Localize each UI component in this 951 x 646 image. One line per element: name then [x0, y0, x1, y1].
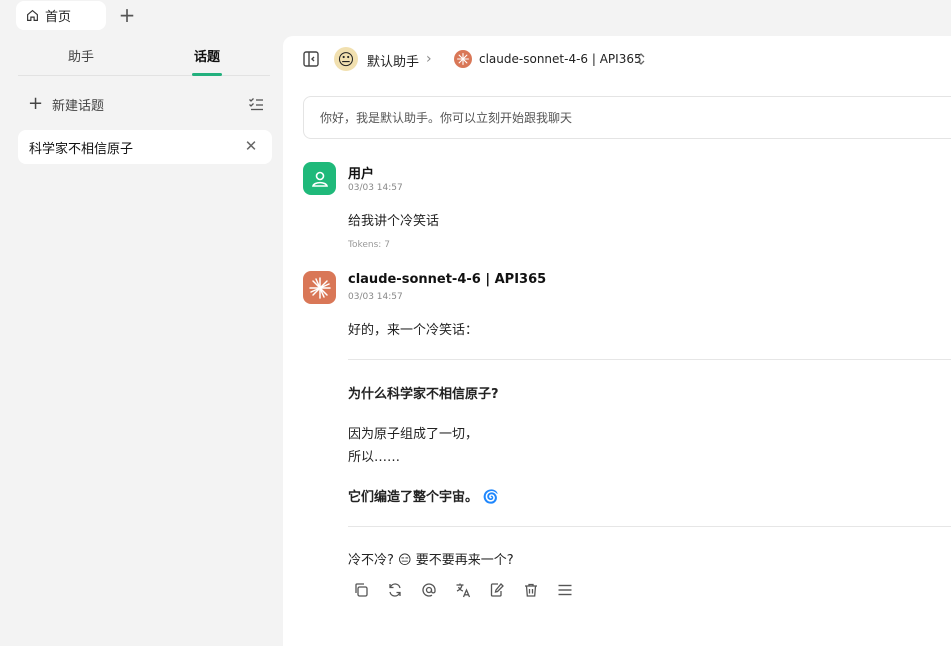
regenerate-button[interactable]	[387, 582, 403, 598]
new-topic-label: 新建话题	[52, 98, 105, 114]
divider	[348, 526, 951, 527]
chat-main: 😐 默认助手 › claude-sonnet-4-6 | API365 你好，我…	[283, 36, 951, 646]
checklist-icon[interactable]	[248, 96, 264, 112]
user-avatar	[303, 162, 336, 195]
message-actions	[353, 582, 573, 602]
chevron-right-icon: ›	[426, 51, 432, 67]
sidebar-toggle-icon[interactable]	[302, 50, 320, 68]
new-topic-button[interactable]: + 新建话题	[28, 94, 268, 114]
menu-icon	[558, 584, 572, 596]
at-sign-icon	[422, 583, 436, 597]
add-tab-button[interactable]: +	[117, 5, 137, 25]
assistant-name[interactable]: 默认助手	[367, 51, 419, 70]
tab-home[interactable]: 首页	[16, 1, 106, 30]
galaxy-emoji: 🌀	[482, 490, 499, 505]
sidebar: 助手 话题 + 新建话题 科学家不相信原子 ✕	[0, 36, 283, 646]
joke-line-1: 因为原子组成了一切，	[348, 427, 479, 442]
plus-icon: +	[28, 93, 44, 114]
bot-timestamp: 03/03 14:57	[348, 292, 403, 302]
closing-text-a: 冷不冷?	[348, 553, 394, 568]
edit-button[interactable]	[489, 582, 505, 598]
model-selector[interactable]: claude-sonnet-4-6 | API365	[479, 52, 642, 66]
refresh-icon	[389, 583, 401, 597]
topic-item[interactable]: 科学家不相信原子 ✕	[18, 130, 272, 164]
chevron-up-down-icon[interactable]	[635, 52, 647, 66]
user-timestamp: 03/03 14:57	[348, 183, 403, 193]
expressionless-emoji: 😑	[398, 553, 412, 568]
chat-header: 😐 默认助手 › claude-sonnet-4-6 | API365	[283, 36, 951, 84]
delete-button[interactable]	[523, 582, 539, 598]
joke-question: 为什么科学家不相信原子?	[348, 387, 499, 402]
trash-icon	[525, 583, 537, 597]
close-icon[interactable]: ✕	[244, 139, 258, 154]
topic-item-label: 科学家不相信原子	[29, 141, 134, 157]
translate-button[interactable]	[455, 582, 471, 598]
bot-avatar	[303, 271, 336, 304]
copy-button[interactable]	[353, 582, 369, 598]
joke-punchline: 它们编造了整个宇宙。 🌀	[348, 486, 499, 505]
closing-text-b: 要不要再来一个?	[415, 553, 514, 568]
greeting-message: 你好，我是默认助手。你可以立刻开始跟我聊天	[303, 96, 951, 139]
claude-logo-icon	[308, 276, 331, 299]
edit-icon	[490, 583, 504, 597]
tab-topics[interactable]: 话题	[144, 36, 270, 75]
sidebar-tabs: 助手 话题	[18, 36, 270, 76]
claude-logo-icon	[454, 50, 472, 68]
user-message: 用户 03/03 14:57 给我讲个冷笑话 Tokens: 7	[303, 162, 943, 252]
tab-home-label: 首页	[45, 10, 72, 25]
bot-name: claude-sonnet-4-6 | API365	[348, 272, 547, 287]
user-text: 给我讲个冷笑话	[348, 214, 440, 229]
bot-intro: 好的，来一个冷笑话：	[348, 323, 479, 338]
assistant-avatar[interactable]: 😐	[334, 47, 358, 71]
user-icon	[311, 171, 328, 187]
tab-bar: 首页 +	[0, 0, 951, 36]
divider	[348, 359, 951, 360]
bot-closing: 冷不冷? 😑 要不要再来一个?	[348, 549, 514, 568]
more-button[interactable]	[557, 582, 573, 598]
home-icon	[27, 9, 38, 21]
copy-icon	[355, 583, 368, 597]
mention-button[interactable]	[421, 582, 437, 598]
punchline-text: 它们编造了整个宇宙。	[348, 490, 479, 505]
tab-assistants[interactable]: 助手	[18, 36, 144, 75]
assistant-message: claude-sonnet-4-6 | API365 03/03 14:57 好…	[303, 271, 951, 571]
token-count: Tokens: 7	[348, 240, 390, 250]
user-name: 用户	[348, 167, 375, 182]
joke-line-2: 所以……	[348, 450, 401, 465]
translate-icon	[456, 583, 471, 598]
